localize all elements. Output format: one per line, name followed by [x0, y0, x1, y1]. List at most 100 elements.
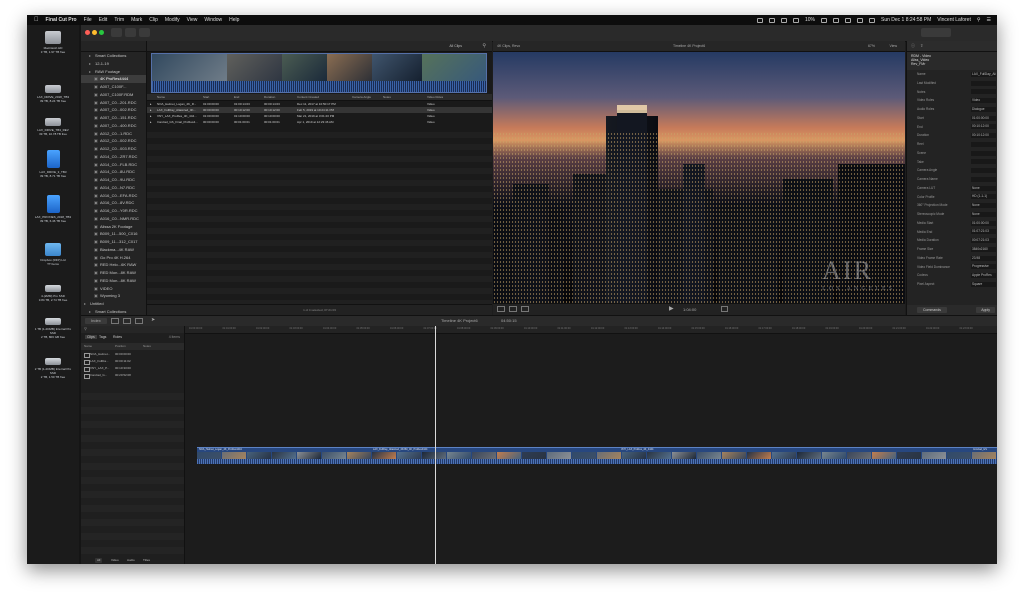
- column-header[interactable]: Camera Angle: [352, 94, 371, 100]
- field-value[interactable]: Dialogue: [971, 106, 996, 112]
- import-button[interactable]: [111, 28, 122, 37]
- field-value[interactable]: 01:00:00:00: [971, 115, 996, 121]
- menu-modify[interactable]: Modify: [165, 17, 180, 23]
- status-icon[interactable]: [832, 17, 839, 23]
- library-item[interactable]: ▣ 4K ProRes4444: [81, 75, 146, 83]
- library-item[interactable]: ▸ Smart Collections: [81, 52, 146, 60]
- primary-storyline[interactable]: NOA_Helmet_Logan_4K_ProRes4444 LAX_FullD…: [197, 447, 997, 464]
- field-value[interactable]: [971, 159, 996, 165]
- timeline-ruler[interactable]: 01:00:00:00 01:01:00:00 01:02:00:00 01:03:0…: [185, 326, 997, 334]
- filter-audio[interactable]: Audio: [125, 558, 137, 563]
- info-icon[interactable]: ⓘ: [911, 43, 915, 49]
- tab-clips[interactable]: Clips: [85, 335, 97, 339]
- library-item[interactable]: ▣ A016_C0...EFA.RDC: [81, 192, 146, 200]
- library-item[interactable]: ▣ Alissa 2K Footage: [81, 223, 146, 231]
- index-button[interactable]: Index: [85, 318, 107, 324]
- append-clip-icon[interactable]: [111, 318, 119, 324]
- library-item[interactable]: ▣ A007_C0...151.RDC: [81, 114, 146, 122]
- menu-list-icon[interactable]: ☰: [987, 17, 991, 23]
- status-icon[interactable]: [756, 17, 763, 23]
- field-value[interactable]: [971, 80, 996, 86]
- field-value[interactable]: [971, 141, 996, 147]
- app-menu[interactable]: Final Cut Pro: [46, 17, 77, 23]
- library-item[interactable]: ▣ A016_C0...8V.RDC: [81, 199, 146, 207]
- select-tool-icon[interactable]: ➤: [151, 317, 155, 323]
- playhead[interactable]: [435, 326, 436, 564]
- column-header[interactable]: Content Created: [297, 94, 319, 100]
- enhance-icon[interactable]: [509, 306, 517, 312]
- library-item[interactable]: ▣ A007_C0...400.RDC: [81, 122, 146, 130]
- library-item[interactable]: ▣ A016_C0...Y0R.RDC: [81, 207, 146, 215]
- menu-view[interactable]: View: [187, 17, 198, 23]
- library-item[interactable]: ▣ A007_C100F...: [81, 83, 146, 91]
- menu-edit[interactable]: Edit: [99, 17, 108, 23]
- index-row[interactable]: LAX_FullDa... 00:00:11:02: [81, 358, 184, 365]
- field-value[interactable]: None: [971, 203, 996, 209]
- desktop-drive[interactable]: 4-(2MM) Pro SSD 3.84 TB, 2.74 TB free: [33, 285, 73, 302]
- menu-file[interactable]: File: [84, 17, 92, 23]
- library-item[interactable]: ▣ A016_C0...NMR.RDC: [81, 215, 146, 223]
- clock[interactable]: Sun Dec 1 8:24:58 PM: [881, 17, 931, 23]
- field-value[interactable]: 00:10:12:00: [971, 133, 996, 139]
- minimize-window-button[interactable]: [92, 30, 97, 35]
- library-item[interactable]: ▣ A014_C0...FLB.RDC: [81, 161, 146, 169]
- field-value[interactable]: 3840x2160: [971, 246, 996, 252]
- column-header[interactable]: Name: [84, 343, 92, 350]
- index-search-field[interactable]: ⚲: [81, 326, 184, 333]
- index-row[interactable]: NOA_Helmet... 00:00:00:00: [81, 351, 184, 358]
- library-item[interactable]: ▸ Untitled: [81, 300, 146, 308]
- library-item[interactable]: ▣ A007_C100F.RDM: [81, 91, 146, 99]
- field-value[interactable]: None: [971, 211, 996, 217]
- field-value[interactable]: 01:00:00:00: [971, 220, 996, 226]
- field-value[interactable]: None: [971, 185, 996, 191]
- field-value[interactable]: [971, 176, 996, 182]
- user-name[interactable]: Vincent Laforet: [937, 17, 971, 23]
- video-frame[interactable]: AIR LOS ANGELES: [493, 52, 905, 304]
- zoom-window-button[interactable]: [99, 30, 104, 35]
- library-item[interactable]: ▣ A012_C0...002.RDC: [81, 137, 146, 145]
- library-item[interactable]: ▣ A007_C0...201.RDC: [81, 99, 146, 107]
- selected-clip-filmstrip[interactable]: [151, 53, 487, 93]
- library-item[interactable]: ▣ A014_C0...9U.RDC: [81, 176, 146, 184]
- library-item[interactable]: ▣ A012_C0...003.RDC: [81, 145, 146, 153]
- desktop-drive[interactable]: LAX_DRIVE_TB3_REV 39 TB, 10.78 TB free: [33, 118, 73, 136]
- desktop-drive[interactable]: 1 TB (1-2DMB) Internal Pro SSD 2 TB, 806…: [33, 318, 73, 339]
- fullscreen-icon[interactable]: [721, 306, 728, 312]
- library-item[interactable]: ▣ RED Helo...6K RAW: [81, 261, 146, 269]
- apple-menu-icon[interactable]: : [34, 17, 39, 23]
- column-header[interactable]: Video Roles: [427, 94, 443, 100]
- status-icon[interactable]: [844, 17, 851, 23]
- volume-icon[interactable]: [868, 17, 875, 23]
- library-item[interactable]: ▣ VIDEO: [81, 285, 146, 293]
- status-icon[interactable]: [780, 17, 787, 23]
- filter-all[interactable]: All: [95, 558, 103, 563]
- library-item[interactable]: ▣ A014_C0...N7.RDC: [81, 184, 146, 192]
- field-value[interactable]: Square: [971, 281, 996, 287]
- timecode[interactable]: 1:04:00: [683, 307, 696, 312]
- field-value[interactable]: [971, 150, 996, 156]
- column-header[interactable]: Name: [157, 94, 165, 100]
- library-item[interactable]: ▸12-1-19: [81, 60, 146, 68]
- menu-window[interactable]: Window: [204, 17, 222, 23]
- desktop-drive[interactable]: LAX_PROXIES_2018_TB3 39 TB, 6.46 TB free: [33, 195, 73, 223]
- field-value[interactable]: 23.98: [971, 255, 996, 261]
- library-item[interactable]: ▣ Blackma...4K RAW: [81, 246, 146, 254]
- library-item[interactable]: ▣ B009_11...312_C017: [81, 238, 146, 246]
- filter-titles[interactable]: Titles: [141, 558, 152, 563]
- library-item[interactable]: ▣ Go Pro 4K H.264: [81, 254, 146, 262]
- zoom-level[interactable]: 67%: [868, 41, 875, 51]
- share-button[interactable]: [921, 28, 951, 37]
- tab-roles[interactable]: Roles: [113, 335, 122, 339]
- share-icon[interactable]: ⇧: [920, 43, 923, 48]
- keywords-button[interactable]: [125, 28, 136, 37]
- spotlight-icon[interactable]: ⚲: [977, 17, 981, 23]
- disclosure-icon[interactable]: ▸: [150, 119, 152, 125]
- column-header[interactable]: Notes: [383, 94, 391, 100]
- library-item[interactable]: ▣ RED Mon...8K RAW: [81, 277, 146, 285]
- field-value[interactable]: LAX_FullDay_Aliasized: [971, 71, 996, 77]
- field-value[interactable]: [971, 168, 996, 174]
- field-value[interactable]: Progressive: [971, 264, 996, 270]
- speed-icon[interactable]: [521, 306, 529, 312]
- library-item[interactable]: ▣ Wyoming 3: [81, 292, 146, 300]
- apply-button[interactable]: Apply: [976, 307, 995, 313]
